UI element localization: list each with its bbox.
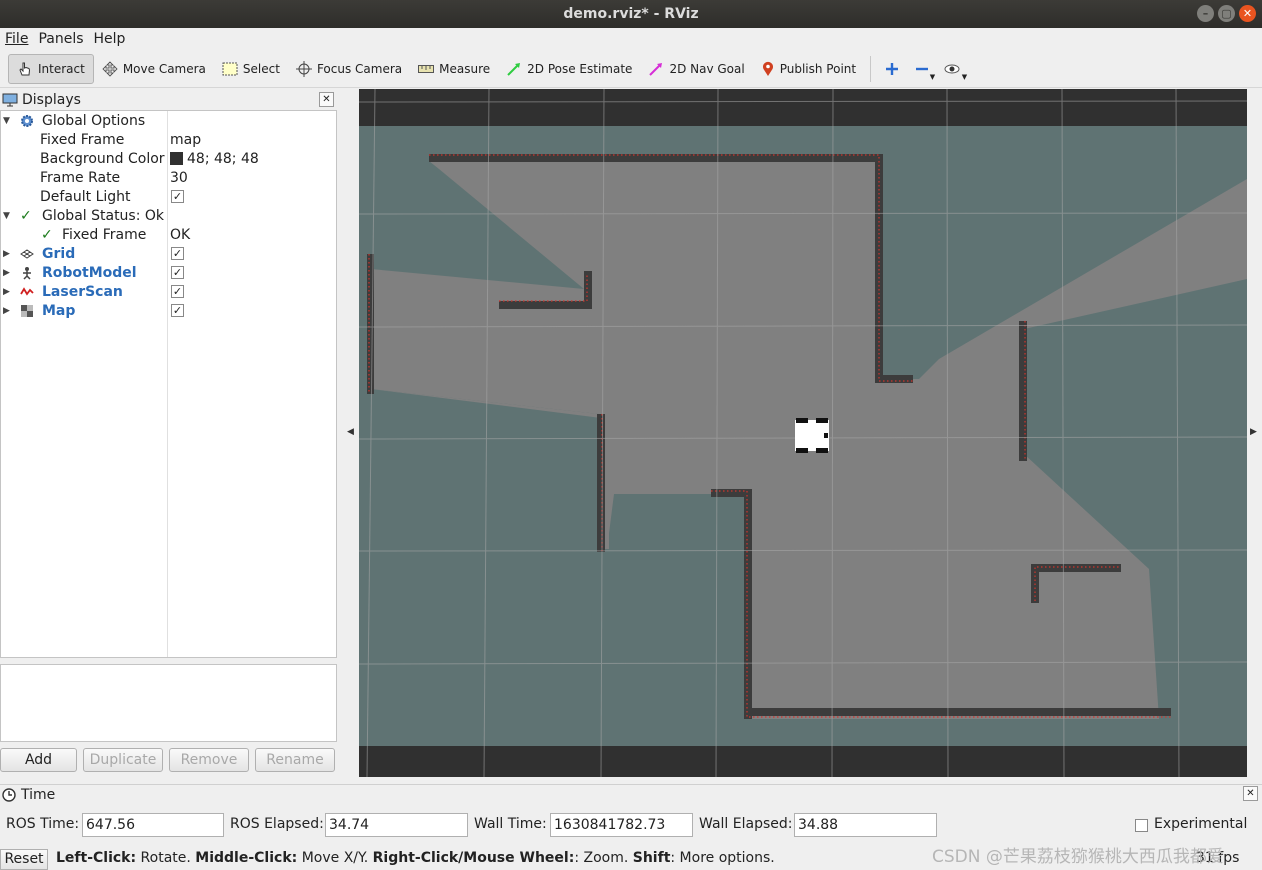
expand-right-icon[interactable]: ▶ xyxy=(3,245,10,264)
grid-enabled-checkbox[interactable]: ✓ xyxy=(171,246,184,260)
maximize-icon[interactable]: ▢ xyxy=(1218,5,1235,22)
property-description-area xyxy=(0,664,337,742)
minimize-icon[interactable]: – xyxy=(1197,5,1214,22)
experimental-checkbox[interactable] xyxy=(1135,818,1148,832)
add-tool-button[interactable] xyxy=(877,54,907,84)
map-enabled-checkbox[interactable]: ✓ xyxy=(171,303,184,317)
collapse-right-icon[interactable]: ▶ xyxy=(1250,427,1257,437)
wall-elapsed-field[interactable]: 34.88 xyxy=(794,813,937,837)
expand-right-icon[interactable]: ▶ xyxy=(3,264,10,283)
eye-icon xyxy=(944,64,960,73)
map-icon xyxy=(21,305,33,317)
grid-icon xyxy=(20,249,34,259)
measure-tool-button[interactable]: Measure xyxy=(410,54,498,84)
magenta-arrow-icon xyxy=(649,62,663,76)
tools-toolbar: Interact Move Camera Select Focus Camera… xyxy=(0,50,1262,88)
focus-camera-tool-button[interactable]: Focus Camera xyxy=(288,54,410,84)
gear-icon xyxy=(21,115,33,127)
display-item-laserscan[interactable]: ▶ LaserScan ✓ xyxy=(1,283,336,302)
display-item-grid[interactable]: ▶ Grid ✓ xyxy=(1,245,336,264)
window-title-bar: demo.rviz* - RViz – ▢ ✕ xyxy=(0,0,1262,28)
expand-right-icon[interactable]: ▶ xyxy=(3,283,10,302)
robot-model-icon xyxy=(23,267,31,280)
visibility-tool-button[interactable]: ▼ xyxy=(937,54,967,84)
ros-time-field[interactable]: 647.56 xyxy=(82,813,224,837)
wall-time-field[interactable]: 1630841782.73 xyxy=(550,813,693,837)
expand-right-icon[interactable]: ▶ xyxy=(3,302,10,321)
minus-icon xyxy=(916,67,929,70)
interact-tool-button[interactable]: Interact xyxy=(8,53,94,84)
robot-model xyxy=(795,418,829,453)
displays-panel: Displays ✕ ▼ Global Options Fixed Frame … xyxy=(0,90,338,780)
frame-rate-row[interactable]: Frame Rate 30 xyxy=(1,169,336,188)
close-icon[interactable]: ✕ xyxy=(1239,5,1256,22)
laser-scan-icon xyxy=(20,287,34,296)
publish-point-tool-button[interactable]: Publish Point xyxy=(753,54,864,84)
ros-elapsed-field[interactable]: 34.74 xyxy=(325,813,468,837)
menu-panels[interactable]: Panels xyxy=(33,31,88,47)
displays-close-icon[interactable]: ✕ xyxy=(319,92,334,107)
hand-pointer-icon xyxy=(19,62,31,75)
status-hint-text: Left-Click: Rotate. Middle-Click: Move X… xyxy=(56,850,775,866)
color-swatch xyxy=(170,151,183,165)
expand-down-icon[interactable]: ▼ xyxy=(3,112,10,131)
select-box-icon xyxy=(222,62,238,75)
rename-display-button[interactable]: Rename xyxy=(255,748,335,772)
time-panel-title: Time xyxy=(0,784,1262,804)
global-status-row[interactable]: ▼ ✓ Global Status: Ok xyxy=(1,207,336,226)
displays-panel-title: Displays xyxy=(0,90,338,110)
add-display-button[interactable]: Add xyxy=(0,748,77,772)
dropdown-arrow-icon: ▼ xyxy=(961,72,968,81)
time-panel: Time ✕ ROS Time: 647.56 ROS Elapsed: 34.… xyxy=(0,784,1262,844)
global-options-row[interactable]: ▼ Global Options xyxy=(1,112,336,131)
render-viewport[interactable] xyxy=(359,89,1247,777)
menu-file[interactable]: File xyxy=(0,31,33,47)
fixed-frame-row[interactable]: Fixed Frame map xyxy=(1,131,336,150)
display-item-map[interactable]: ▶ Map ✓ xyxy=(1,302,336,321)
status-fixed-frame-row[interactable]: ✓ Fixed Frame OK xyxy=(1,226,336,245)
laserscan-enabled-checkbox[interactable]: ✓ xyxy=(171,284,184,298)
collapse-left-icon[interactable]: ◀ xyxy=(347,427,354,437)
default-light-checkbox[interactable]: ✓ xyxy=(171,189,184,203)
background-color-value[interactable]: 48; 48; 48 xyxy=(170,150,259,169)
nav-goal-tool-button[interactable]: 2D Nav Goal xyxy=(640,54,752,84)
menu-bar: File Panels Help xyxy=(0,28,1262,50)
pose-estimate-tool-button[interactable]: 2D Pose Estimate xyxy=(498,54,640,84)
map-render[interactable] xyxy=(359,89,1247,777)
toolbar-separator xyxy=(870,55,872,82)
check-icon: ✓ xyxy=(20,208,32,224)
check-icon: ✓ xyxy=(41,227,53,243)
frame-rate-value[interactable]: 30 xyxy=(170,169,188,188)
move-camera-tool-button[interactable]: Move Camera xyxy=(94,54,214,84)
window-title: demo.rviz* - RViz xyxy=(563,6,699,22)
display-item-robotmodel[interactable]: ▶ RobotModel ✓ xyxy=(1,264,336,283)
monitor-icon xyxy=(2,93,18,107)
status-bar: Reset Left-Click: Rotate. Middle-Click: … xyxy=(0,847,1262,870)
displays-tree: ▼ Global Options Fixed Frame map Backgro… xyxy=(0,110,337,658)
dropdown-arrow-icon: ▼ xyxy=(929,72,936,81)
remove-display-button[interactable]: Remove xyxy=(169,748,249,772)
watermark-text: CSDN @芒果荔枝猕猴桃大西瓜我都爱 xyxy=(932,847,1224,867)
reset-button[interactable]: Reset xyxy=(0,849,48,870)
select-tool-button[interactable]: Select xyxy=(214,54,288,84)
move-camera-icon xyxy=(102,60,118,77)
clock-icon xyxy=(2,787,16,802)
expand-down-icon[interactable]: ▼ xyxy=(3,207,10,226)
robotmodel-enabled-checkbox[interactable]: ✓ xyxy=(171,265,184,279)
time-close-icon[interactable]: ✕ xyxy=(1243,786,1258,801)
plus-icon xyxy=(886,62,899,75)
fixed-frame-value[interactable]: map xyxy=(170,131,201,150)
remove-tool-button[interactable]: ▼ xyxy=(907,54,937,84)
ruler-icon xyxy=(418,64,435,73)
background-color-row[interactable]: Background Color 48; 48; 48 xyxy=(1,150,336,169)
green-arrow-icon xyxy=(507,62,521,76)
menu-help[interactable]: Help xyxy=(89,31,131,47)
map-pin-icon xyxy=(762,61,773,76)
duplicate-display-button[interactable]: Duplicate xyxy=(83,748,163,772)
focus-crosshair-icon xyxy=(295,60,312,77)
default-light-row[interactable]: Default Light ✓ xyxy=(1,188,336,207)
